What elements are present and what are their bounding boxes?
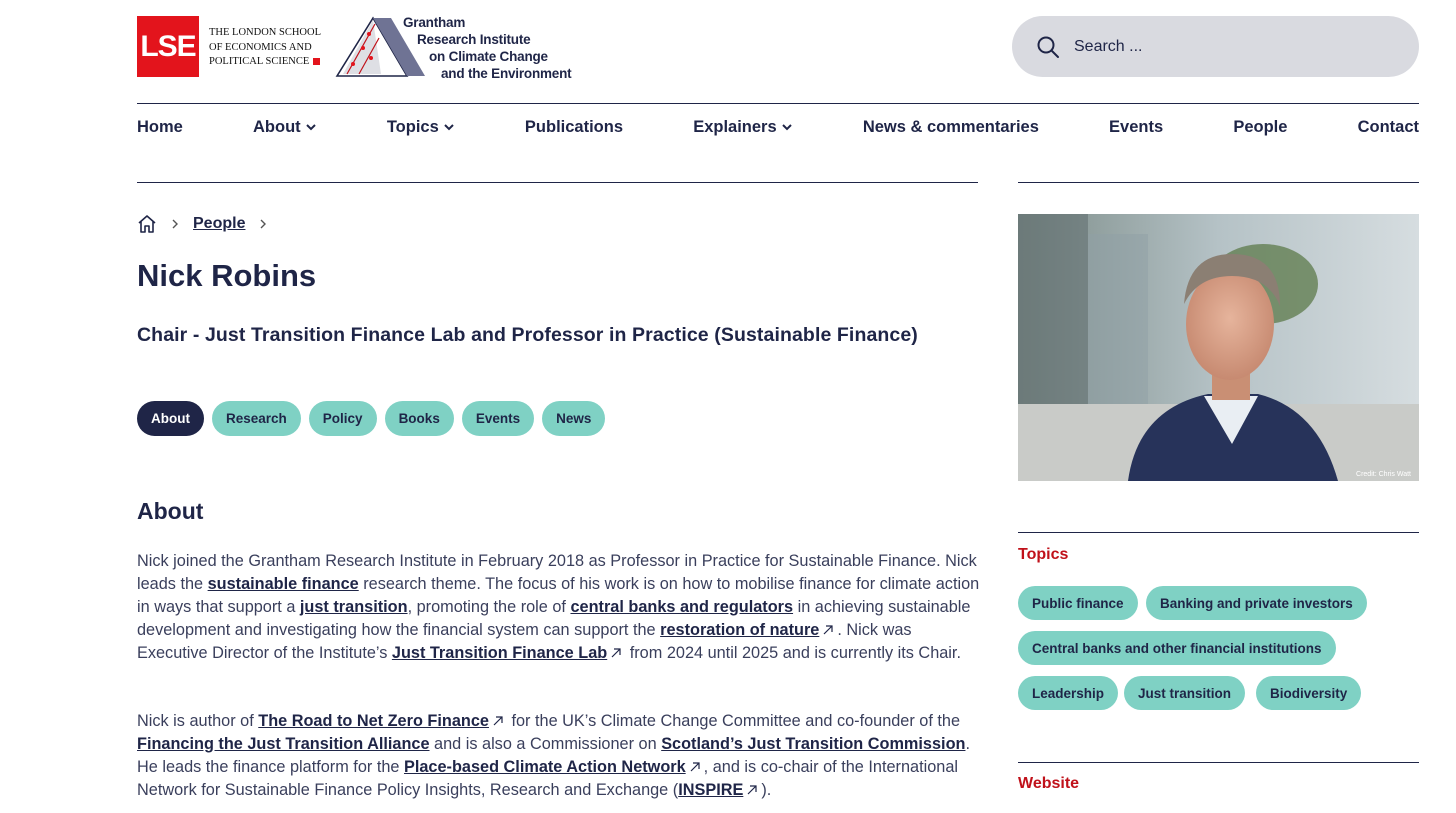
tab-books[interactable]: Books [384, 401, 454, 436]
topic-tag[interactable]: Central banks and other financial instit… [1018, 631, 1336, 665]
nav-topics[interactable]: Topics [387, 118, 455, 137]
red-square-icon [313, 58, 321, 66]
chevron-down-icon [781, 124, 792, 131]
website-heading: Website [1018, 775, 1080, 792]
tab-events[interactable]: Events [461, 401, 535, 436]
nav-events[interactable]: Events [1109, 118, 1163, 137]
link-sustainable-finance[interactable]: sustainable finance [208, 575, 359, 593]
page-title: Nick Robins [137, 258, 317, 293]
about-paragraph-2: Nick is author of The Road to Net Zero F… [137, 712, 970, 799]
link-road-to-net-zero-finance[interactable]: The Road to Net Zero Finance [258, 712, 489, 730]
institute-name-line: Grantham [403, 15, 466, 30]
content-divider [137, 182, 978, 183]
profile-photo: Credit: Chris Watt [1018, 214, 1419, 481]
external-link-icon [611, 648, 621, 658]
nav-news-commentaries[interactable]: News & commentaries [863, 118, 1039, 137]
topic-tag[interactable]: Just transition [1124, 676, 1246, 710]
external-link-icon [690, 762, 700, 772]
nav-about[interactable]: About [253, 118, 317, 137]
website-divider [1018, 762, 1419, 763]
photo-credit: Credit: Chris Watt [1356, 471, 1411, 478]
lse-logo[interactable]: LSE [137, 16, 199, 77]
nav-publications[interactable]: Publications [525, 118, 623, 137]
sidebar-divider [1018, 182, 1419, 183]
topics-heading: Topics [1018, 546, 1069, 563]
tab-research[interactable]: Research [211, 401, 301, 436]
link-just-transition[interactable]: just transition [300, 598, 408, 616]
home-icon[interactable] [137, 214, 157, 234]
topic-tag[interactable]: Banking and private investors [1146, 586, 1367, 620]
lse-name: THE LONDON SCHOOL OF ECONOMICS AND POLIT… [209, 26, 321, 70]
profile-role: Chair - Just Transition Finance Lab and … [137, 324, 918, 346]
nav-contact[interactable]: Contact [1358, 118, 1419, 137]
link-inspire[interactable]: INSPIRE [678, 781, 743, 799]
chevron-right-icon [260, 219, 267, 229]
topic-tag[interactable]: Public finance [1018, 586, 1138, 620]
lse-name-line: THE LONDON SCHOOL [209, 27, 321, 38]
breadcrumb: People [137, 214, 267, 234]
link-scotland-just-transition-commission[interactable]: Scotland’s Just Transition Commission [661, 735, 965, 753]
institute-name-line: on Climate Change [429, 49, 548, 64]
external-link-icon [747, 785, 757, 795]
link-central-banks-regulators[interactable]: central banks and regulators [570, 598, 793, 616]
breadcrumb-people[interactable]: People [193, 215, 245, 233]
external-link-icon [823, 625, 833, 635]
chevron-right-icon [172, 219, 178, 229]
search-input[interactable] [1074, 37, 1374, 56]
link-just-transition-finance-lab[interactable]: Just Transition Finance Lab [392, 644, 607, 662]
lse-name-line: POLITICAL SCIENCE [209, 55, 321, 70]
about-paragraph-1: Nick joined the Grantham Research Instit… [137, 552, 980, 662]
tab-about[interactable]: About [137, 401, 204, 436]
search-icon [1037, 36, 1059, 58]
nav-home[interactable]: Home [137, 118, 183, 137]
chevron-down-icon [305, 124, 316, 131]
search-box[interactable] [1012, 16, 1419, 77]
nav-people[interactable]: People [1233, 118, 1287, 137]
external-link-icon [493, 716, 503, 726]
about-heading: About [137, 498, 204, 524]
portrait-image [1018, 214, 1419, 481]
link-financing-just-transition-alliance[interactable]: Financing the Just Transition Alliance [137, 735, 430, 753]
institute-name-line: and the Environment [441, 66, 572, 81]
topic-tag[interactable]: Leadership [1018, 676, 1119, 710]
institute-name-line: Research Institute [417, 32, 531, 47]
institute-name: Grantham Research Institute on Climate C… [403, 14, 572, 82]
chevron-down-icon [444, 124, 454, 131]
topics-divider [1018, 532, 1419, 533]
link-restoration-of-nature[interactable]: restoration of nature [660, 621, 819, 639]
tab-news[interactable]: News [542, 401, 606, 436]
profile-tabs: About Research Policy Books Events News [137, 401, 606, 436]
topic-tag[interactable]: Biodiversity [1256, 676, 1362, 710]
nav-explainers[interactable]: Explainers [693, 118, 792, 137]
main-nav: Home About Topics Publications Explainer… [137, 104, 1419, 150]
tab-policy[interactable]: Policy [308, 401, 377, 436]
lse-name-line: OF ECONOMICS AND [209, 41, 312, 53]
link-place-based-climate-action-network[interactable]: Place-based Climate Action Network [404, 758, 686, 776]
